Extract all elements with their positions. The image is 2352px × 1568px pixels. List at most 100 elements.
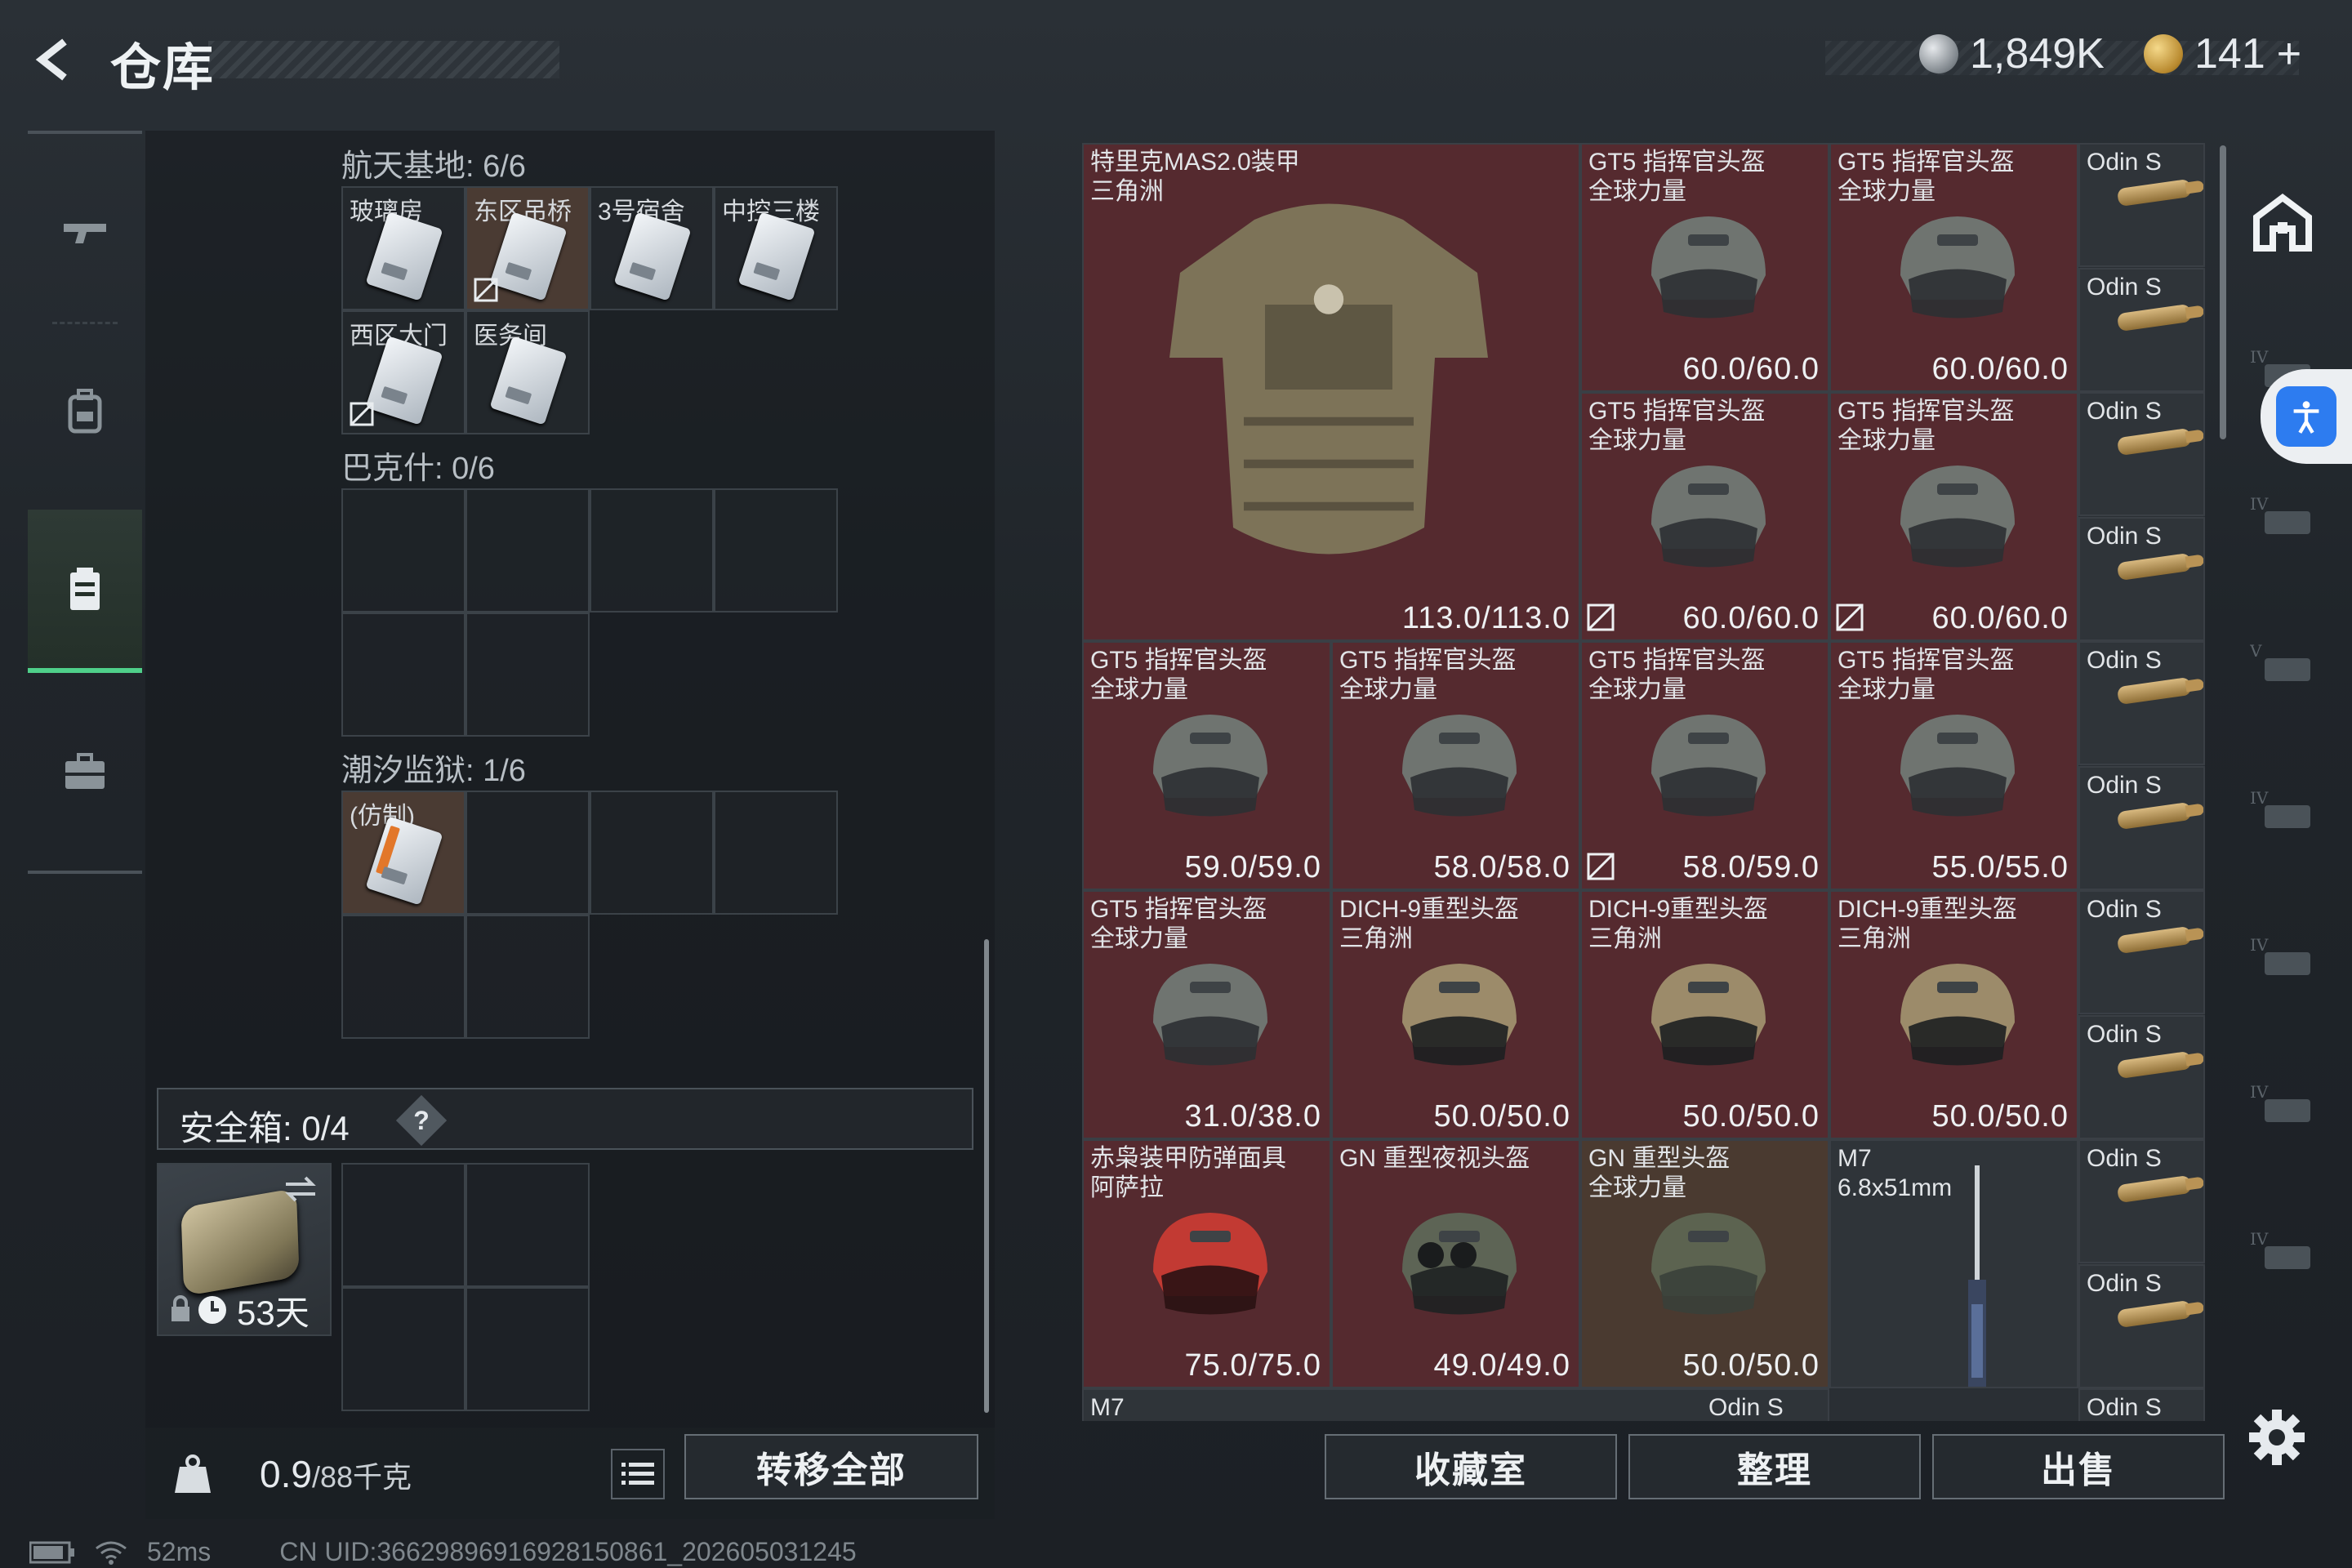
stash-item[interactable]: 赤枭装甲防弹面具 阿萨拉 75.0/75.0 [1082, 1139, 1331, 1388]
keycard-grid-bakhsh [341, 488, 838, 737]
ammo-stack[interactable]: Odin S [2078, 516, 2205, 641]
empty-slot[interactable] [466, 915, 590, 1039]
list-view-button[interactable] [611, 1449, 665, 1499]
storage-tab-icon: IV [2250, 935, 2310, 975]
empty-slot[interactable] [466, 1163, 590, 1287]
nav-storage[interactable] [28, 510, 142, 673]
ammo-name: Odin S [2087, 273, 2162, 301]
empty-slot[interactable] [466, 488, 590, 612]
settings-gear-icon[interactable] [2244, 1405, 2310, 1470]
safebox-grid [341, 1163, 590, 1411]
gold-currency[interactable]: 141 + [2144, 29, 2301, 78]
item-durability: 50.0/50.0 [1931, 1099, 2069, 1134]
stash-item[interactable]: DICH-9重型头盔 三角洲 50.0/50.0 [1331, 890, 1580, 1139]
stash-item[interactable]: 特里克MAS2.0装甲 三角洲 113.0/113.0 [1082, 143, 1580, 641]
keycard-slot[interactable]: 玻璃房 [341, 186, 466, 310]
stash-tab-4[interactable]: V [2238, 622, 2328, 704]
nav-weapons[interactable] [28, 150, 142, 314]
ammo-stack[interactable]: Odin S [2078, 1263, 2205, 1388]
stash-tab-5[interactable]: IV [2238, 769, 2328, 851]
keycard-slot[interactable]: 中控三楼 [714, 186, 838, 310]
stash-item[interactable]: GT5 指挥官头盔 全球力量 60.0/60.0 [1829, 392, 2078, 641]
stash-tab-main[interactable] [2238, 181, 2328, 263]
grid-spacer [590, 915, 714, 1039]
empty-slot[interactable] [341, 915, 466, 1039]
ammo-stack[interactable]: Odin S [2078, 143, 2205, 267]
ammo-name: Odin S [2087, 398, 2162, 425]
stash-item-partial[interactable]: M7 Odin S [1082, 1388, 1829, 1421]
silver-coin-icon [1919, 34, 1958, 74]
stash-item[interactable]: GT5 指挥官头盔 全球力量 60.0/60.0 [1829, 143, 2078, 392]
empty-slot[interactable] [714, 488, 838, 612]
nav-operations[interactable] [28, 689, 142, 853]
empty-slot[interactable] [341, 488, 466, 612]
accessibility-button[interactable] [2261, 369, 2352, 464]
sort-button[interactable]: 整理 [1628, 1434, 1921, 1499]
title-decoration [208, 41, 559, 78]
helmet-icon [1651, 466, 1766, 568]
empty-slot[interactable] [341, 1163, 466, 1287]
empty-slot[interactable] [590, 488, 714, 612]
rifle-icon [1968, 1165, 1986, 1387]
stash-tab-8[interactable]: IV [2238, 1210, 2328, 1292]
back-button[interactable] [26, 31, 83, 88]
empty-slot[interactable] [714, 791, 838, 915]
empty-slot[interactable] [466, 791, 590, 915]
transfer-all-button[interactable]: 转移全部 [684, 1434, 978, 1499]
no-trade-icon [1587, 853, 1615, 880]
stash-item[interactable]: GT5 指挥官头盔 全球力量 59.0/59.0 [1082, 641, 1331, 890]
container-scrollbar[interactable] [984, 939, 989, 1413]
sell-button[interactable]: 出售 [1932, 1434, 2225, 1499]
container-label-tidal-prison: 潮汐监狱: 1/6 [341, 754, 526, 788]
ammo-stack[interactable]: Odin S [2078, 641, 2205, 765]
stash-item[interactable]: GT5 指挥官头盔 全球力量 60.0/60.0 [1580, 143, 1829, 392]
storage-tab-icon: IV [2250, 788, 2310, 828]
item-durability: 60.0/60.0 [1931, 601, 2069, 635]
keycard-slot[interactable]: 东区吊桥 [466, 186, 590, 310]
stash-item[interactable]: GT5 指挥官头盔 全球力量 55.0/55.0 [1829, 641, 2078, 890]
empty-slot[interactable] [341, 1287, 466, 1411]
stash-tab-6[interactable]: IV [2238, 916, 2328, 998]
empty-slot[interactable] [590, 791, 714, 915]
ammo-stack[interactable]: Odin S [2078, 890, 2205, 1014]
add-gold-button[interactable]: + [2277, 29, 2301, 78]
stash-item[interactable]: GN 重型夜视头盔 49.0/49.0 [1331, 1139, 1580, 1388]
empty-slot[interactable] [466, 1287, 590, 1411]
safebox-case[interactable]: 53天 [157, 1163, 332, 1336]
nav-backpack[interactable] [28, 330, 142, 493]
item-name: GT5 指挥官头盔 全球力量 [1090, 896, 1267, 952]
ammo-stack[interactable]: Odin S [2078, 267, 2205, 392]
stash-item[interactable]: GN 重型头盔 全球力量 50.0/50.0 [1580, 1139, 1829, 1388]
collection-room-button[interactable]: 收藏室 [1325, 1434, 1617, 1499]
empty-slot[interactable] [466, 612, 590, 737]
gold-amount: 141 [2194, 30, 2265, 78]
ammo-stack[interactable]: Odin S [2078, 1139, 2205, 1263]
empty-slot[interactable] [341, 612, 466, 737]
stash-tab-7[interactable]: IV [2238, 1063, 2328, 1145]
stash-item[interactable]: GT5 指挥官头盔 全球力量 58.0/58.0 [1331, 641, 1580, 890]
item-durability: 55.0/55.0 [1931, 850, 2069, 884]
ammo-stack[interactable]: Odin S [2078, 1388, 2205, 1421]
help-button[interactable]: ? [395, 1094, 448, 1147]
stash-item[interactable]: DICH-9重型头盔 三角洲 50.0/50.0 [1829, 890, 2078, 1139]
keycard-slot[interactable]: (仿制) [341, 791, 466, 915]
help-icon: ? [413, 1106, 430, 1135]
stash-item[interactable]: GT5 指挥官头盔 全球力量 31.0/38.0 [1082, 890, 1331, 1139]
stash-scrollbar[interactable] [2220, 145, 2226, 439]
stash-item[interactable]: DICH-9重型头盔 三角洲 50.0/50.0 [1580, 890, 1829, 1139]
ammo-stack[interactable]: Odin S [2078, 392, 2205, 516]
stash-item[interactable]: GT5 指挥官头盔 全球力量 60.0/60.0 [1580, 392, 1829, 641]
keycard-slot[interactable]: 西区大门 [341, 310, 466, 434]
keycard-slot[interactable]: 医务间 [466, 310, 590, 434]
swap-icon[interactable] [283, 1174, 318, 1204]
stash-item[interactable]: GT5 指挥官头盔 全球力量 58.0/59.0 [1580, 641, 1829, 890]
stash-item[interactable]: M7 6.8x51mm [1829, 1139, 2078, 1388]
page-title: 仓库 [110, 40, 216, 96]
keycard-slot[interactable]: 3号宿舍 [590, 186, 714, 310]
stash-tab-3[interactable]: IV [2238, 475, 2328, 557]
ammo-stack[interactable]: Odin S [2078, 1014, 2205, 1139]
lock-icon [172, 1295, 189, 1321]
helmet-icon [1651, 216, 1766, 318]
ammo-name: Odin S [2087, 896, 2162, 923]
ammo-stack[interactable]: Odin S [2078, 765, 2205, 890]
